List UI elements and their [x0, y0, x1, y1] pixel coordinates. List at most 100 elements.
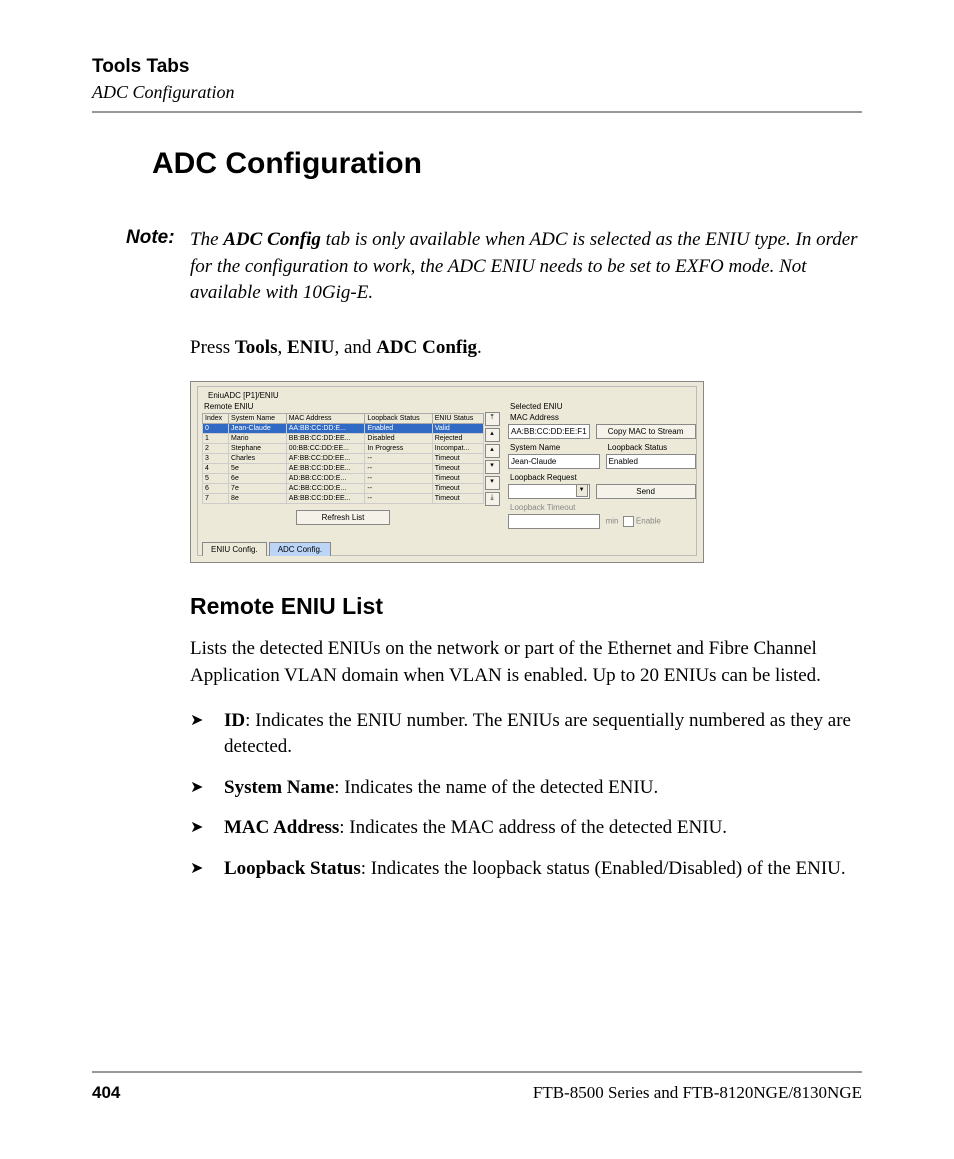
table-cell: Incompat...	[432, 444, 483, 454]
note-text-bold: ADC Config	[223, 229, 321, 250]
remote-eniu-table[interactable]: Index System Name MAC Address Loopback S…	[202, 413, 484, 504]
th-stat[interactable]: ENIU Status	[432, 414, 483, 424]
lbreq-label: Loopback Request	[510, 473, 696, 482]
sysname-label: System Name	[510, 443, 600, 452]
list-item: ID: Indicates the ENIU number. The ENIUs…	[190, 708, 862, 761]
table-cell: Timeout	[432, 454, 483, 464]
table-row[interactable]: 78eAB:BB:CC:DD:EE...--Timeout	[203, 494, 484, 504]
table-cell: Timeout	[432, 464, 483, 474]
table-row[interactable]: 45eAE:BB:CC:DD:EE...--Timeout	[203, 464, 484, 474]
scroll-down-icon[interactable]: ▾	[485, 476, 500, 490]
section-heading: ADC Configuration	[152, 147, 862, 181]
subsection-heading: Remote ENIU List	[190, 593, 862, 620]
table-cell: 6e	[229, 474, 287, 484]
bullet-text: : Indicates the loopback status (Enabled…	[361, 858, 846, 879]
enable-checkbox[interactable]	[623, 516, 634, 527]
bullet-text: : Indicates the ENIU number. The ENIUs a…	[224, 710, 851, 758]
refresh-button[interactable]: Refresh List	[296, 510, 390, 525]
th-lb[interactable]: Loopback Status	[365, 414, 432, 424]
th-mac[interactable]: MAC Address	[286, 414, 365, 424]
table-row[interactable]: 67eAC:BB:CC:DD:E...--Timeout	[203, 484, 484, 494]
scroll-next-icon[interactable]: ▾	[485, 460, 500, 474]
table-cell: Charles	[229, 454, 287, 464]
table-cell: Valid	[432, 424, 483, 434]
scroll-top-icon[interactable]: ⤒	[485, 412, 500, 426]
lbtimeout-field	[508, 514, 600, 529]
press-s2: , and	[335, 337, 377, 358]
bullet-term: System Name	[224, 777, 334, 798]
doc-title: FTB-8500 Series and FTB-8120NGE/8130NGE	[533, 1083, 862, 1103]
table-row[interactable]: 56eAD:BB:CC:DD:E...--Timeout	[203, 474, 484, 484]
table-cell: 5e	[229, 464, 287, 474]
press-s1: ,	[277, 337, 287, 358]
note-label: Note:	[126, 227, 190, 307]
bullet-term: MAC Address	[224, 817, 339, 838]
note-text-pre: The	[190, 229, 223, 250]
remote-eniu-label: Remote ENIU	[204, 402, 484, 411]
table-cell: 3	[203, 454, 229, 464]
list-item: Loopback Status: Indicates the loopback …	[190, 856, 862, 883]
send-button[interactable]: Send	[596, 484, 696, 499]
press-b1: Tools	[235, 337, 278, 358]
min-label: min	[606, 517, 619, 526]
table-cell: --	[365, 454, 432, 464]
lbtimeout-label: Loopback Timeout	[510, 503, 696, 512]
scroll-prev-icon[interactable]: ▴	[485, 444, 500, 458]
table-cell: 0	[203, 424, 229, 434]
mac-label: MAC Address	[510, 413, 696, 422]
table-cell: Rejected	[432, 434, 483, 444]
scroll-up-icon[interactable]: ▴	[485, 428, 500, 442]
selected-label: Selected ENIU	[510, 402, 696, 411]
table-cell: 2	[203, 444, 229, 454]
table-cell: 7e	[229, 484, 287, 494]
table-cell: Timeout	[432, 474, 483, 484]
bullet-term: Loopback Status	[224, 858, 361, 879]
mac-field[interactable]: AA:BB:CC:DD:EE:F1	[508, 424, 590, 439]
table-row[interactable]: 1MarioBB:BB:CC:DD:EE...DisabledRejected	[203, 434, 484, 444]
copy-mac-button[interactable]: Copy MAC to Stream	[596, 424, 696, 439]
table-cell: 00:BB:CC:DD:EE...	[286, 444, 365, 454]
bullet-text: : Indicates the name of the detected ENI…	[334, 777, 658, 798]
table-cell: Jean-Claude	[229, 424, 287, 434]
table-row[interactable]: 2Stephane00:BB:CC:DD:EE...In ProgressInc…	[203, 444, 484, 454]
table-cell: 7	[203, 494, 229, 504]
tab-adc-config[interactable]: ADC Config.	[269, 542, 331, 556]
table-cell: AD:BB:CC:DD:E...	[286, 474, 365, 484]
press-pre: Press	[190, 337, 235, 358]
tab-eniu-config[interactable]: ENIU Config.	[202, 542, 267, 556]
th-index[interactable]: Index	[203, 414, 229, 424]
table-cell: AA:BB:CC:DD:E...	[286, 424, 365, 434]
table-cell: 8e	[229, 494, 287, 504]
table-cell: Disabled	[365, 434, 432, 444]
table-cell: AF:BB:CC:DD:EE...	[286, 454, 365, 464]
table-cell: --	[365, 464, 432, 474]
page-header-title: Tools Tabs	[92, 56, 862, 78]
table-cell: --	[365, 494, 432, 504]
lbstatus-field: Enabled	[606, 454, 696, 469]
table-row[interactable]: 3CharlesAF:BB:CC:DD:EE...--Timeout	[203, 454, 484, 464]
list-item: MAC Address: Indicates the MAC address o…	[190, 815, 862, 842]
list-item: System Name: Indicates the name of the d…	[190, 775, 862, 802]
lbreq-dropdown[interactable]: ▼	[508, 484, 590, 499]
table-row[interactable]: 0Jean-ClaudeAA:BB:CC:DD:E...EnabledValid	[203, 424, 484, 434]
lbstatus-label: Loopback Status	[608, 443, 696, 452]
sysname-field[interactable]: Jean-Claude	[508, 454, 600, 469]
table-cell: --	[365, 474, 432, 484]
instruction-text: Press Tools, ENIU, and ADC Config.	[190, 335, 862, 362]
table-cell: BB:BB:CC:DD:EE...	[286, 434, 365, 444]
subsection-intro: Lists the detected ENIUs on the network …	[190, 636, 862, 689]
th-name[interactable]: System Name	[229, 414, 287, 424]
table-cell: In Progress	[365, 444, 432, 454]
enable-label: Enable	[636, 517, 661, 526]
page-number: 404	[92, 1083, 120, 1103]
table-cell: AC:BB:CC:DD:E...	[286, 484, 365, 494]
scroll-bottom-icon[interactable]: ⤓	[485, 492, 500, 506]
chevron-down-icon[interactable]: ▼	[576, 484, 588, 497]
note-body: The ADC Config tab is only available whe…	[190, 227, 862, 307]
table-cell: --	[365, 484, 432, 494]
panel-legend: EniuADC [P1]/ENIU	[206, 391, 281, 400]
table-cell: Timeout	[432, 494, 483, 504]
table-cell: Stephane	[229, 444, 287, 454]
table-cell: 6	[203, 484, 229, 494]
bullet-text: : Indicates the MAC address of the detec…	[339, 817, 727, 838]
